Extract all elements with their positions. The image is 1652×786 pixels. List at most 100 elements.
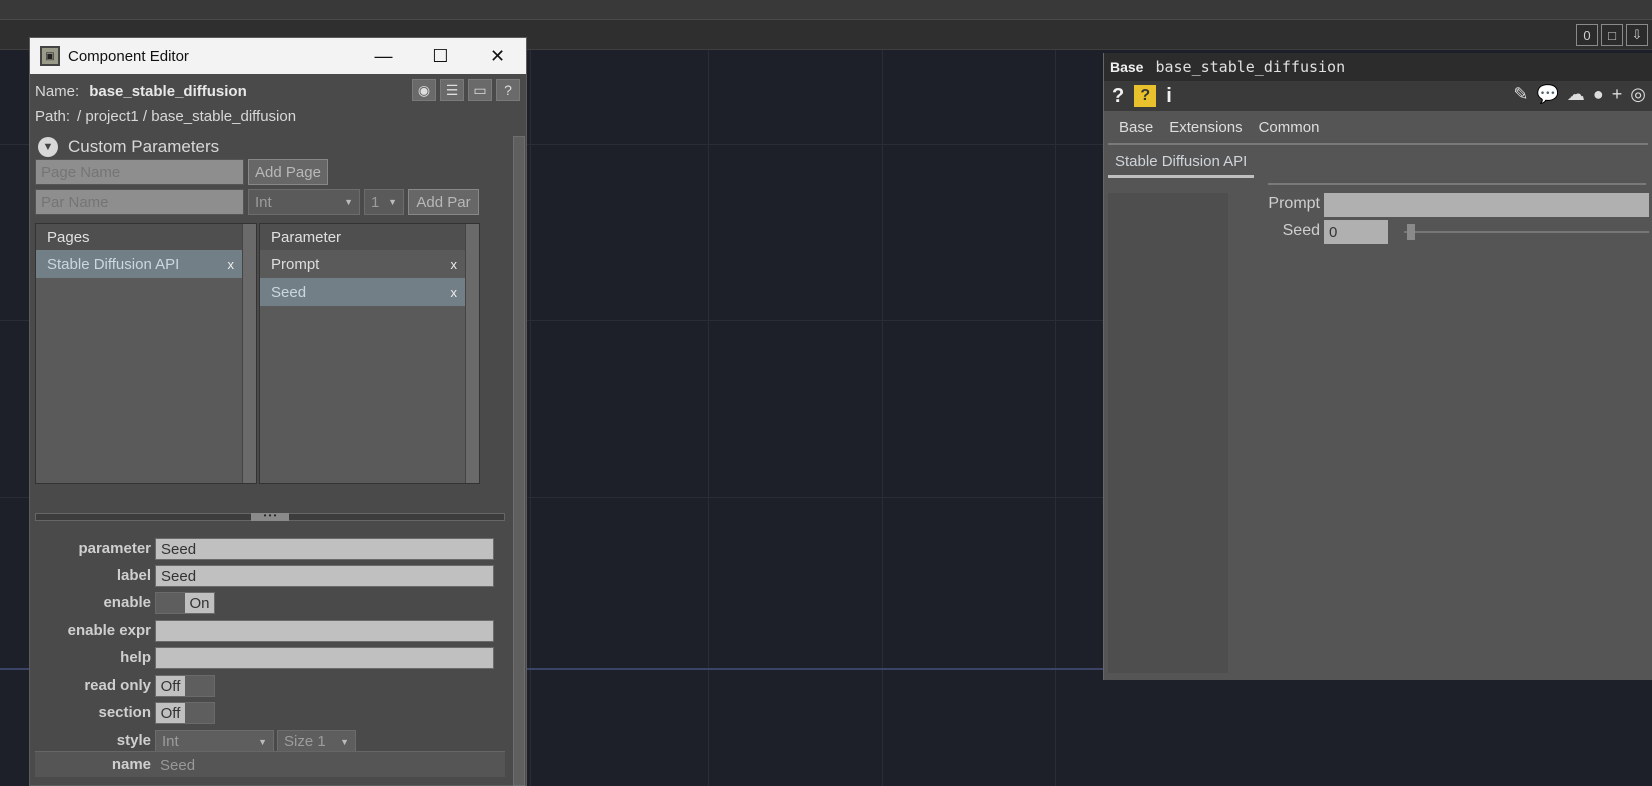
title-bar[interactable]: ▣ Component Editor — ☐ ✕ [30,38,526,74]
remove-parameter-icon[interactable]: x [451,285,458,300]
par-name-input[interactable] [35,189,244,215]
window-icon[interactable]: ▭ [468,79,492,101]
operator-type: Base [1110,59,1144,75]
comment-icon[interactable]: 💬 [1536,84,1558,105]
name-prop-field[interactable]: Seed [155,754,494,776]
info-icon[interactable]: i [1166,85,1172,108]
parameter-prop-label: parameter [78,540,151,557]
minimize-icon[interactable]: — [355,38,412,74]
python-icon[interactable]: ● [1593,84,1604,105]
help-field[interactable] [155,647,494,669]
list-icon[interactable]: ☰ [440,79,464,101]
grid-line [708,50,709,786]
page-item[interactable]: Stable Diffusion API x [36,250,242,278]
parameter-header: Parameter [260,224,479,250]
component-editor-window: ▣ Component Editor — ☐ ✕ Name: base_stab… [29,37,527,786]
par-type-value: Int [255,193,272,211]
name-label: Name: [35,83,80,100]
splitter-grip-icon[interactable]: • • • [251,512,289,521]
chevron-down-icon[interactable]: ▼ [38,137,58,157]
help-icon[interactable]: ? [1112,85,1124,108]
eye-icon[interactable]: ◉ [412,79,436,101]
parameter-item[interactable]: Seed x [260,278,465,306]
tab-common[interactable]: Common [1259,119,1320,136]
parameter-dialog-title: Base base_stable_diffusion [1104,53,1652,81]
parameters-panel: Parameter Prompt x Seed x [259,223,480,484]
app-icon: ▣ [40,46,60,66]
menu-strip [0,0,1652,20]
parameter-toolbar: ? ? i ✎ 💬 ☁ ● + ◎ [1104,81,1652,111]
parameter-prop-field[interactable]: Seed [155,538,494,560]
path-label: Path: [35,108,71,125]
custom-parameters-header[interactable]: ▼ Custom Parameters [35,133,219,161]
enable-expr-field[interactable] [155,620,494,642]
prompt-label: Prompt [1268,195,1320,212]
page-name-input[interactable] [35,159,244,185]
style-size-value: Size 1 [284,733,326,750]
maximize-icon[interactable]: ☐ [412,38,469,74]
section-title: Custom Parameters [68,137,220,156]
cloud-icon[interactable]: ☁ [1567,84,1585,105]
seed-slider[interactable] [1404,231,1649,233]
grid-line [882,50,883,786]
style-value: Int [162,733,179,750]
panel-splitter[interactable]: • • • [35,512,505,521]
toolbar-right-icons: ✎ 💬 ☁ ● + ◎ [1513,84,1646,105]
seed-slider-handle[interactable] [1407,224,1415,240]
tab-extensions[interactable]: Extensions [1169,119,1242,136]
toggle-track [185,703,214,723]
enable-toggle[interactable]: On [155,592,215,614]
section-prop-label: section [98,704,151,721]
editor-icons: ◉ ☰ ▭ ? [412,79,520,101]
section-toggle[interactable]: Off [155,702,215,724]
parameter-dialog: Base base_stable_diffusion ? ? i ✎ 💬 ☁ ●… [1103,53,1652,680]
par-size-dropdown[interactable]: 1 ▼ [364,189,404,215]
maximize-pane-button[interactable]: □ [1601,24,1623,46]
help-icon[interactable]: ? [496,79,520,101]
window-title: Component Editor [68,47,189,65]
par-type-dropdown[interactable]: Int ▼ [248,189,360,215]
toggle-track [156,593,185,613]
label-prop-label: label [116,567,151,584]
prompt-input[interactable] [1324,193,1649,217]
pane-buttons: 0 □ ⇩ [1576,24,1648,46]
read-only-prop-label: read only [84,677,151,694]
style-dropdown[interactable]: Int ▼ [155,730,274,753]
parameter-item-label: Seed [271,283,307,301]
chevron-down-icon: ▼ [258,736,267,747]
pencil-icon[interactable]: ✎ [1513,84,1528,105]
operator-help-icon[interactable]: ? [1134,85,1157,107]
toggle-track [185,676,214,696]
tab-base[interactable]: Base [1119,119,1153,136]
tab-stable-diffusion-api[interactable]: Stable Diffusion API [1108,149,1255,178]
editor-scrollbar[interactable] [513,136,525,786]
pages-scrollbar[interactable] [242,224,256,483]
pane-count-button[interactable]: 0 [1576,24,1598,46]
add-icon[interactable]: + [1612,84,1623,105]
add-page-button[interactable]: Add Page [248,159,328,185]
style-size-dropdown[interactable]: Size 1 ▼ [277,730,356,753]
parameter-label-column [1108,193,1228,673]
pages-panel: Pages Stable Diffusion API x [35,223,257,484]
split-pane-button[interactable]: ⇩ [1626,24,1648,46]
target-icon[interactable]: ◎ [1630,84,1646,105]
path-value: / project1 / base_stable_diffusion [77,108,297,125]
par-size-value: 1 [371,193,380,211]
chevron-down-icon: ▼ [344,197,353,207]
operator-name[interactable]: base_stable_diffusion [1155,58,1345,76]
pages-header: Pages [36,224,256,250]
add-par-button[interactable]: Add Par [408,189,479,215]
remove-parameter-icon[interactable]: x [451,257,458,272]
component-name: base_stable_diffusion [89,83,247,100]
seed-input[interactable]: 0 [1324,220,1388,244]
page-item-label: Stable Diffusion API [47,255,180,273]
parameter-item[interactable]: Prompt x [260,250,465,278]
name-prop-label: name [111,756,151,773]
parameters-scrollbar[interactable] [465,224,479,483]
close-icon[interactable]: ✕ [469,38,526,74]
chevron-down-icon: ▼ [340,736,349,747]
remove-page-icon[interactable]: x [228,257,235,272]
read-only-toggle[interactable]: Off [155,675,215,697]
seed-label: Seed [1282,222,1320,239]
label-prop-field[interactable]: Seed [155,565,494,587]
